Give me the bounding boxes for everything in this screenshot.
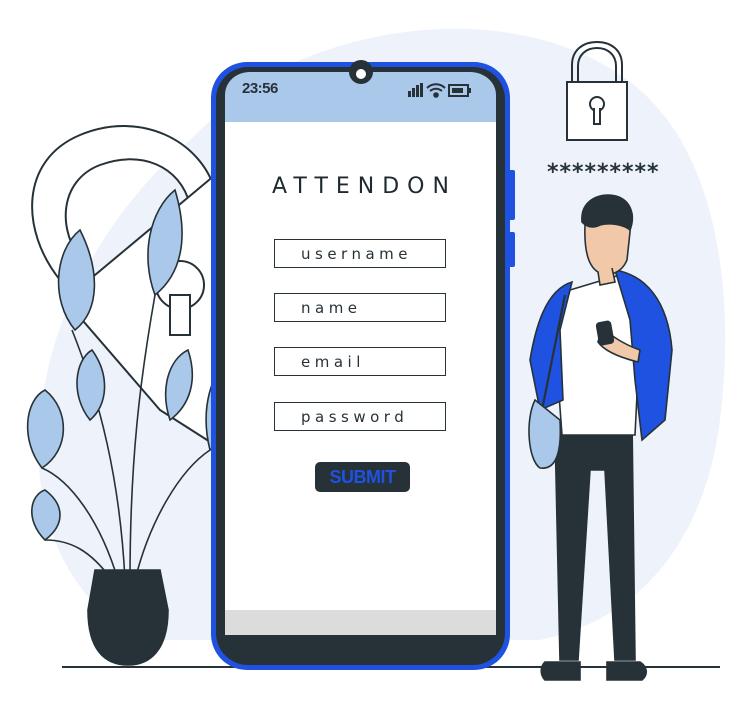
- username-field[interactable]: [274, 239, 446, 268]
- submit-button[interactable]: SUBMIT: [315, 462, 410, 492]
- password-mask: *********: [547, 160, 660, 185]
- status-time: 23:56: [242, 80, 278, 97]
- name-field[interactable]: [274, 293, 446, 322]
- password-field[interactable]: [274, 402, 446, 431]
- email-field[interactable]: [274, 347, 446, 376]
- app-title: ATTENDON: [272, 174, 457, 199]
